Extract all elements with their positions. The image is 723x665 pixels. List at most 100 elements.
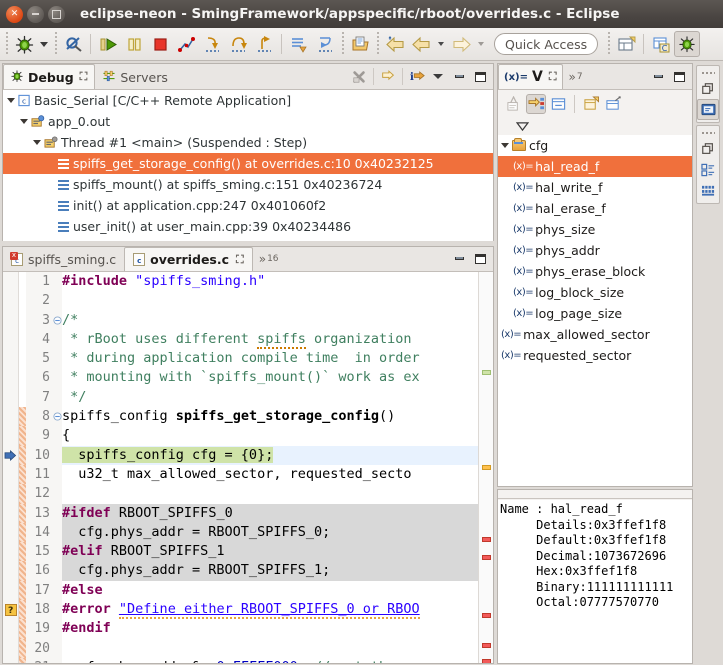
close-window-button[interactable]: ✕ (6, 5, 23, 23)
toolbar-grip-3[interactable] (339, 32, 346, 56)
overview-ruler-mark[interactable] (482, 659, 491, 663)
variable-row[interactable]: (x)= phys_addr (498, 240, 692, 261)
maximize-window-button[interactable] (48, 5, 65, 23)
code-line[interactable]: spiffs_config cfg = {0}; (62, 445, 478, 465)
show-debug-info-icon[interactable]: i (407, 67, 427, 87)
tab-overrides-c[interactable]: c overrides.c ⛶ (124, 247, 253, 271)
expand-twisty-icon[interactable] (20, 119, 28, 124)
step-over-icon[interactable] (225, 31, 251, 57)
source-code-area[interactable]: #include "spiffs_sming.h" /* * rBoot use… (62, 272, 478, 663)
variable-row[interactable]: (x)= phys_size (498, 219, 692, 240)
expand-twisty-icon[interactable] (33, 140, 41, 145)
overview-ruler-mark[interactable] (482, 613, 491, 618)
toolbar-grip[interactable] (3, 32, 10, 56)
debug-dropdown-caret[interactable] (37, 31, 51, 57)
overview-ruler-mark[interactable] (482, 465, 491, 470)
execution-pointer-icon[interactable] (3, 446, 18, 465)
restore-icon[interactable] (697, 138, 719, 159)
debug-perspective-icon[interactable] (674, 31, 701, 57)
new-watch-expression-icon[interactable] (603, 94, 623, 114)
code-line[interactable]: */ (62, 388, 478, 407)
debug-tree-row[interactable]: c Basic_Serial [C/C++ Remote Application] (3, 90, 493, 111)
code-line[interactable]: #elif RBOOT_SPIFFS_1 (62, 542, 478, 562)
debug-tree-row[interactable]: user_init() at user_main.cpp:39 0x402344… (3, 216, 493, 237)
show-logical-structure-icon[interactable] (526, 94, 546, 114)
overview-ruler[interactable] (478, 272, 493, 663)
terminate-icon[interactable] (147, 31, 173, 57)
code-line[interactable]: cfg.phys_addr = RBOOT_SPIFFS_0; (62, 522, 478, 543)
previous-dropdown-caret[interactable] (434, 31, 448, 57)
variable-row[interactable]: (x)= log_page_size (498, 303, 692, 324)
maximize-icon[interactable] (470, 67, 490, 87)
code-line[interactable]: * during application compile time in ord… (62, 349, 478, 368)
overview-ruler-mark[interactable] (482, 643, 491, 648)
close-icon[interactable]: ⛶ (80, 70, 88, 84)
variable-row[interactable]: (x)= max_allowed_sector (498, 324, 692, 345)
step-by-step-icon[interactable] (378, 67, 398, 87)
minimize-icon[interactable] (648, 67, 668, 87)
overview-ruler-mark[interactable] (482, 370, 491, 375)
variables-tree[interactable]: cfg (x)= hal_read_f (x)= hal_write_f (x)= hal_… (498, 135, 692, 486)
debug-stack-tree[interactable]: c Basic_Serial [C/C++ Remote Application]… (3, 90, 493, 241)
code-line[interactable]: /* (62, 311, 478, 330)
editor-tab-overflow[interactable]: » 16 (253, 247, 285, 271)
expand-twisty-icon[interactable] (7, 98, 15, 103)
open-resource-icon[interactable] (347, 31, 373, 57)
variable-row[interactable]: (x)= hal_read_f (498, 156, 692, 177)
new-perspective-icon[interactable] (613, 31, 639, 57)
code-line[interactable]: { (62, 426, 478, 445)
debug-tree-row[interactable]: spiffs_mount() at spiffs_sming.c:151 0x4… (3, 174, 493, 195)
registers-view-icon[interactable] (697, 180, 719, 201)
fast-view-grip-2[interactable] (701, 130, 715, 135)
variable-row[interactable]: (x)= hal_erase_f (498, 198, 692, 219)
debug-tree-row[interactable]: app_0.out (3, 111, 493, 132)
remove-all-terminated-icon[interactable] (349, 67, 369, 87)
overview-ruler-mark[interactable] (482, 537, 491, 542)
variable-row[interactable]: (x)= log_block_size (498, 282, 692, 303)
fold-collapse-icon[interactable] (52, 407, 62, 426)
show-type-names-icon[interactable] (504, 94, 524, 114)
folding-ruler[interactable] (52, 272, 62, 663)
details-pane-text[interactable]: Name : hal_read_f Details:0x3ffef1f8 Def… (498, 500, 692, 663)
variable-row[interactable]: (x)= requested_sector (498, 345, 692, 366)
code-line[interactable]: spiffs_config spiffs_get_storage_config(… (62, 407, 478, 426)
code-line[interactable]: #endif (62, 619, 478, 638)
variable-row[interactable]: cfg (498, 135, 692, 156)
code-line[interactable]: cfg.phys_addr = RBOOT_SPIFFS_1; (62, 561, 478, 581)
next-annotation-icon[interactable] (448, 31, 474, 57)
toolbar-grip-5[interactable] (605, 32, 613, 56)
fold-collapse-icon[interactable] (52, 311, 62, 330)
resume-icon[interactable] (95, 31, 121, 57)
annotation-ruler[interactable]: ? (3, 272, 19, 663)
quick-access-input[interactable]: Quick Access (494, 33, 599, 55)
new-detail-pane-icon[interactable] (581, 94, 601, 114)
view-menu-icon[interactable] (515, 120, 530, 134)
step-return-icon[interactable] (251, 31, 277, 57)
variables-tab-overflow[interactable]: » 7 (563, 65, 589, 89)
code-line[interactable]: cfg.phys_addr &= 0xFFFFF000; // get the … (62, 658, 478, 663)
variable-row[interactable]: (x)= hal_write_f (498, 177, 692, 198)
debug-launch-icon[interactable] (11, 31, 37, 57)
collapse-all-icon[interactable] (548, 94, 568, 114)
code-line[interactable]: #else (62, 581, 478, 600)
cpp-perspective-icon[interactable]: C (648, 31, 674, 57)
view-menu-icon[interactable] (428, 67, 448, 87)
next-dropdown-caret[interactable] (474, 31, 488, 57)
code-line[interactable]: #error "Define either RBOOT_SPIFFS_0 or … (62, 600, 478, 620)
previous-annotation-icon[interactable] (408, 31, 434, 57)
maximize-icon[interactable] (669, 67, 689, 87)
code-line[interactable]: #ifdef RBOOT_SPIFFS_0 (62, 503, 478, 523)
drop-to-frame-icon[interactable] (312, 31, 338, 57)
instruction-stepping-icon[interactable] (286, 31, 312, 57)
code-line[interactable]: #include "spiffs_sming.h" (62, 272, 478, 291)
tab-spiffs-sming-c[interactable]: c spiffs_sming.c (3, 247, 124, 271)
tab-debug[interactable]: Debug ⛶ (3, 64, 96, 89)
variable-row[interactable]: (x)= phys_erase_block (498, 261, 692, 282)
tab-servers[interactable]: Servers (95, 64, 176, 89)
code-line[interactable]: u32_t max_allowed_sector, requested_sect… (62, 465, 478, 484)
disconnect-icon[interactable] (173, 31, 199, 57)
suspend-icon[interactable] (121, 31, 147, 57)
error-marker-icon[interactable]: ? (3, 600, 18, 619)
minimize-window-button[interactable] (27, 5, 44, 23)
toolbar-grip-4[interactable] (374, 32, 381, 56)
